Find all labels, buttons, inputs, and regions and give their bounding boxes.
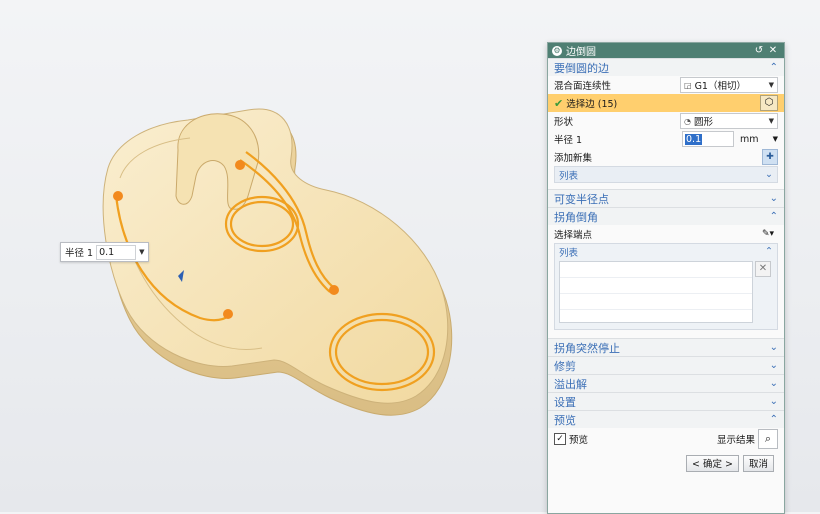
ok-button[interactable]: < 确定 >: [686, 454, 739, 472]
vertex-list-label: 列表: [559, 247, 579, 259]
section-edges-title: 要倒圆的边: [554, 61, 609, 75]
blend-continuity-row: 混合面连续性 ◲ G1（相切） ▼: [548, 76, 784, 94]
blend-continuity-value: G1（相切）: [694, 81, 746, 92]
section-corner-header[interactable]: 拐角倒角 ⌃: [548, 207, 784, 225]
chevron-down-icon[interactable]: ▼: [139, 248, 144, 256]
section-edges-header[interactable]: 要倒圆的边 ⌃: [548, 58, 784, 76]
list-item[interactable]: [560, 262, 752, 278]
section-settings-header[interactable]: 设置 ⌄: [548, 392, 784, 410]
close-icon[interactable]: ✕: [766, 45, 780, 56]
select-vertex-label: 选择端点: [554, 230, 593, 241]
dialog-titlebar[interactable]: ⚙ 边倒圆 ↺ ✕: [548, 43, 784, 58]
shape-row: 形状 ◔ 圆形 ▼: [548, 112, 784, 130]
section-corner-title: 拐角倒角: [554, 210, 598, 224]
edge-list-label: 列表: [559, 170, 579, 182]
section-corner-setback-title: 拐角突然停止: [554, 341, 620, 355]
section-variable-radius-header[interactable]: 可变半径点 ⌄: [548, 189, 784, 207]
section-preview-header[interactable]: 预览 ⌃: [548, 410, 784, 428]
cancel-button[interactable]: 取消: [742, 454, 774, 472]
shape-label: 形状: [554, 117, 574, 128]
radius-value: 0.1: [685, 133, 703, 145]
dialog-footer: < 确定 > 取消: [548, 450, 784, 476]
section-overflow-title: 溢出解: [554, 377, 587, 391]
blend-continuity-label: 混合面连续性: [554, 81, 612, 92]
add-new-set-label: 添加新集: [554, 153, 593, 164]
chevron-down-icon[interactable]: ⌄: [770, 396, 778, 407]
section-preview-title: 预览: [554, 413, 576, 427]
floating-radius-input[interactable]: 半径 1 0.1 ▼: [60, 242, 150, 262]
dialog-title: 边倒圆: [566, 47, 596, 58]
radius-label: 半径 1: [554, 135, 583, 146]
show-result-label: 显示结果: [716, 435, 755, 446]
chevron-down-icon[interactable]: ⌄: [770, 193, 778, 204]
section-corner-setback-header[interactable]: 拐角突然停止 ⌄: [548, 338, 784, 356]
checkmark-icon: ✔: [554, 96, 564, 110]
radius-row: 半径 1 0.1 mm ▼: [548, 130, 784, 148]
select-edge-row[interactable]: ✔ 选择边 (15) ⬡: [548, 94, 784, 112]
chevron-down-icon[interactable]: ⌄: [765, 169, 773, 180]
preview-checkbox[interactable]: ✓: [554, 433, 566, 445]
gear-icon: ⚙: [552, 45, 562, 56]
section-settings-title: 设置: [554, 395, 576, 409]
radius-unit: mm: [740, 133, 759, 145]
preview-row: ✓ 预览 显示结果 ⌕: [548, 428, 784, 450]
chevron-up-icon[interactable]: ⌃: [770, 62, 778, 73]
add-new-set-row: 添加新集 ✚: [548, 148, 784, 166]
magnifier-icon[interactable]: ⌕: [758, 429, 778, 449]
chevron-down-icon[interactable]: ⌄: [770, 378, 778, 389]
shape-value: 圆形: [693, 117, 713, 128]
chevron-up-icon[interactable]: ⌃: [770, 211, 778, 222]
reset-icon[interactable]: ↺: [752, 45, 766, 56]
close-icon[interactable]: ✕: [755, 261, 771, 277]
list-item[interactable]: [560, 278, 752, 294]
vertex-list: 列表 ⌃ ✕: [554, 243, 778, 330]
vertex-list-body[interactable]: [559, 261, 753, 323]
blend-continuity-select[interactable]: ◲ G1（相切） ▼: [680, 77, 778, 93]
chevron-down-icon[interactable]: ⌄: [770, 360, 778, 371]
chevron-up-icon[interactable]: ⌃: [765, 246, 773, 257]
section-trim-header[interactable]: 修剪 ⌄: [548, 356, 784, 374]
vertex-list-header[interactable]: 列表 ⌃: [555, 244, 777, 259]
add-set-icon[interactable]: ✚: [762, 149, 778, 165]
vertex-list-box[interactable]: ✕: [559, 261, 773, 323]
edge-blend-dialog: ⚙ 边倒圆 ↺ ✕ 要倒圆的边 ⌃ 混合面连续性 ◲ G1（相切） ▼ ✔ 选择…: [547, 42, 785, 514]
edge-list-header[interactable]: 列表 ⌄: [554, 166, 778, 183]
floating-radius-value[interactable]: 0.1: [96, 244, 137, 260]
section-trim-title: 修剪: [554, 359, 576, 373]
radius-unit-select[interactable]: mm ▼: [734, 132, 778, 146]
shape-select[interactable]: ◔ 圆形 ▼: [680, 113, 778, 129]
shape-icon: ◔: [684, 116, 691, 126]
list-item[interactable]: [560, 294, 752, 310]
chevron-down-icon[interactable]: ⌄: [770, 342, 778, 353]
chevron-down-icon: ▼: [768, 81, 774, 89]
chevron-down-icon: ▼: [768, 117, 774, 125]
select-edge-label: 选择边 (15): [566, 99, 618, 110]
chevron-down-icon: ▼: [772, 135, 778, 143]
section-overflow-header[interactable]: 溢出解 ⌄: [548, 374, 784, 392]
floating-radius-label: 半径 1: [65, 248, 94, 259]
section-variable-radius-title: 可变半径点: [554, 192, 609, 206]
preview-label: 预览: [569, 435, 589, 446]
select-vertex-row: 选择端点 ✎▾: [548, 225, 784, 243]
continuity-icon: ◲: [684, 80, 692, 90]
radius-input[interactable]: 0.1: [682, 131, 734, 147]
show-result-button[interactable]: 显示结果 ⌕: [717, 429, 778, 449]
pencil-icon[interactable]: ✎▾: [758, 227, 778, 241]
cube-icon[interactable]: ⬡: [760, 95, 778, 111]
chevron-up-icon[interactable]: ⌃: [770, 414, 778, 425]
